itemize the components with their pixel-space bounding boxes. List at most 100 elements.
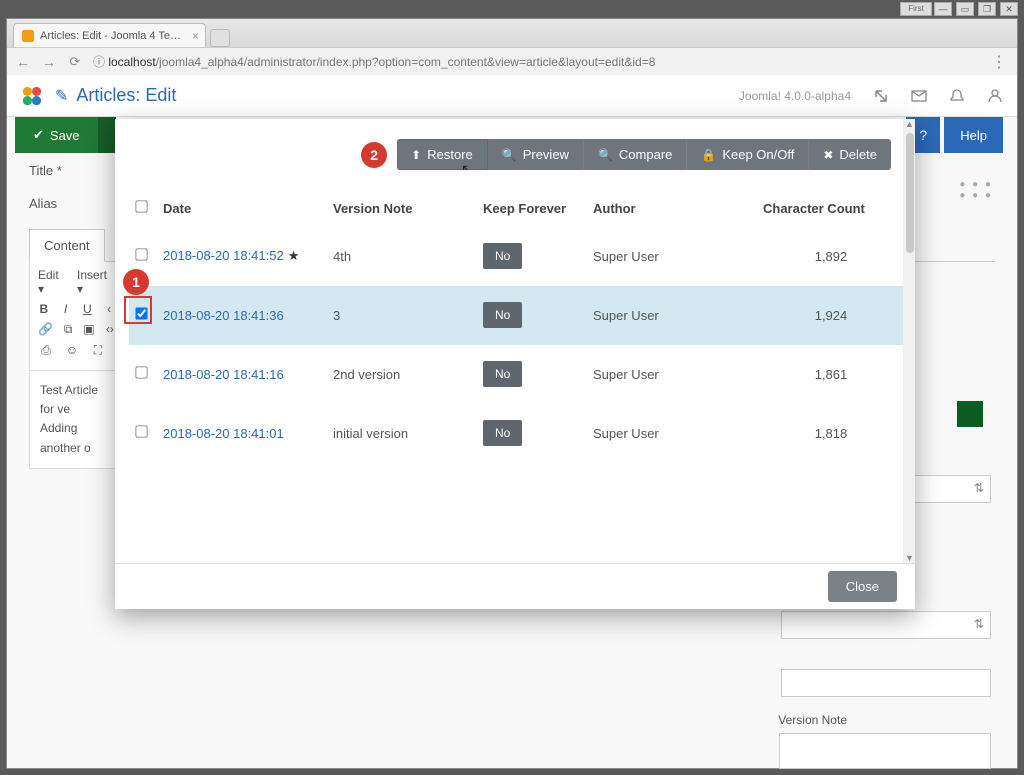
editor-line-1: Test Article for ve — [40, 381, 113, 419]
preview-button[interactable]: 🔍 Preview — [488, 139, 584, 170]
mail-icon[interactable] — [911, 88, 927, 104]
scroll-down-icon[interactable]: ▼ — [905, 553, 914, 563]
back-icon[interactable]: ← — [15, 54, 31, 70]
modal-footer: Close — [115, 563, 915, 609]
editor-body[interactable]: Test Article for ve Adding another o — [29, 371, 124, 469]
pencil-icon: ✎ — [55, 86, 68, 106]
underline-icon[interactable]: U — [82, 302, 94, 316]
more-icon[interactable]: ‹ — [103, 302, 115, 316]
modal-button-group: ⬆ Restore ↖ 🔍 Preview 🔍 Compare 🔒 Keep O… — [397, 139, 891, 170]
close-button[interactable]: Close — [828, 571, 897, 602]
restore-button[interactable]: ⬆ Restore ↖ — [397, 139, 488, 170]
row-date-link[interactable]: 2018-08-20 18:41:16 — [163, 367, 284, 382]
row-note: initial version — [327, 404, 477, 463]
modal-toolbar: 2 ⬆ Restore ↖ 🔍 Preview 🔍 Compare 🔒 K — [115, 119, 915, 180]
url-host: localhost — [108, 55, 155, 69]
annotation-badge-1: 1 — [123, 269, 149, 295]
sidebar-input-3[interactable] — [781, 669, 991, 697]
keep-forever-toggle[interactable]: No — [483, 420, 522, 446]
chevron-updown-icon: ⇅ — [974, 617, 984, 631]
save-button[interactable]: ✔ Save — [15, 117, 98, 153]
keep-forever-toggle[interactable]: No — [483, 243, 522, 269]
col-note[interactable]: Version Note — [327, 190, 477, 227]
annotation-badge-2: 2 — [361, 142, 387, 168]
table-header-row: Date Version Note Keep Forever Author Ch… — [129, 190, 905, 227]
external-link-icon[interactable] — [873, 88, 889, 104]
italic-icon[interactable]: I — [60, 302, 72, 316]
emoji-icon[interactable]: ☺ — [64, 343, 80, 358]
forward-icon[interactable]: → — [41, 54, 57, 70]
row-checkbox[interactable] — [135, 366, 147, 378]
editor-menu-edit[interactable]: Edit ▾ — [38, 268, 67, 296]
versions-table: Date Version Note Keep Forever Author Ch… — [129, 190, 905, 462]
os-min-icon[interactable]: — — [934, 2, 952, 16]
col-keep[interactable]: Keep Forever — [477, 190, 587, 227]
table-row: 2018-08-20 18:41:162nd versionNoSuper Us… — [129, 345, 905, 404]
page-title: Articles: Edit — [76, 85, 176, 106]
version-note-input[interactable] — [779, 733, 991, 769]
code-icon[interactable]: ‹› — [105, 322, 115, 337]
header-right: Joomla! 4.0.0-alpha4 — [739, 88, 1003, 104]
col-author[interactable]: Author — [587, 190, 757, 227]
toolbar-more-icon[interactable]: ● ● ●● ● ● — [959, 179, 993, 201]
row-date-link[interactable]: 2018-08-20 18:41:01 — [163, 426, 284, 441]
annotation-highlight-1 — [126, 298, 150, 322]
image-icon[interactable]: ▣ — [83, 322, 94, 337]
keep-button[interactable]: 🔒 Keep On/Off — [687, 139, 809, 170]
os-max-icon[interactable]: ▭ — [956, 2, 974, 16]
print-icon[interactable]: ⎙ — [38, 343, 54, 358]
sidebar-green-box[interactable] — [957, 401, 983, 427]
tab-close-icon[interactable]: × — [192, 29, 199, 43]
checkbox-all[interactable] — [135, 200, 147, 212]
bell-icon[interactable] — [949, 88, 965, 104]
row-note: 2nd version — [327, 345, 477, 404]
user-icon[interactable] — [987, 88, 1003, 104]
check-icon: ✔ — [33, 127, 44, 143]
versions-modal: ▲ ▼ 2 ⬆ Restore ↖ 🔍 Preview 🔍 Compare — [115, 119, 915, 609]
save-label: Save — [50, 128, 80, 143]
browser-menu-icon[interactable]: ⋮ — [989, 52, 1009, 72]
os-close-icon[interactable]: ✕ — [1000, 2, 1018, 16]
tab-content[interactable]: Content — [29, 229, 105, 262]
lock-icon: 🔒 — [701, 148, 716, 162]
chevron-updown-icon: ⇅ — [974, 481, 984, 495]
anchor-icon[interactable]: ⧉ — [63, 322, 73, 337]
row-checkbox[interactable] — [135, 425, 147, 437]
reload-icon[interactable]: ⟳ — [67, 54, 83, 70]
help-button[interactable]: Help — [944, 117, 1003, 153]
row-checkbox[interactable] — [135, 248, 147, 260]
new-tab-button[interactable] — [210, 29, 230, 47]
keep-forever-toggle[interactable]: No — [483, 302, 522, 328]
version-note-label: Version Note — [778, 713, 847, 727]
bold-icon[interactable]: B — [38, 302, 50, 316]
row-author: Super User — [587, 227, 757, 286]
restore-label: Restore — [427, 147, 473, 162]
table-row: 2018-08-20 18:41:363NoSuper User1,924 — [129, 286, 905, 345]
compare-button[interactable]: 🔍 Compare — [584, 139, 687, 170]
row-note: 4th — [327, 227, 477, 286]
keep-forever-toggle[interactable]: No — [483, 361, 522, 387]
editor-line-2: Adding another o — [40, 419, 113, 457]
os-restore-icon[interactable]: ❐ — [978, 2, 996, 16]
delete-button[interactable]: ✖ Delete — [809, 139, 891, 170]
sidebar-select-2[interactable]: ⇅ — [781, 611, 991, 639]
row-count: 1,892 — [757, 227, 905, 286]
scroll-up-icon[interactable]: ▲ — [905, 119, 914, 129]
save-caret-button[interactable] — [98, 117, 116, 153]
delete-label: Delete — [839, 147, 877, 162]
compare-label: Compare — [619, 147, 672, 162]
row-date-link[interactable]: 2018-08-20 18:41:36 — [163, 308, 284, 323]
browser-window: Articles: Edit - Joomla 4 Te… × ← → ⟳ ⓘ … — [6, 18, 1018, 769]
link-icon[interactable]: 🔗 — [38, 322, 53, 337]
url-field[interactable]: ⓘ localhost/joomla4_alpha4/administrator… — [93, 53, 979, 70]
table-row: 2018-08-20 18:41:52★4thNoSuper User1,892 — [129, 227, 905, 286]
scroll-thumb[interactable] — [906, 133, 914, 253]
col-count[interactable]: Character Count — [757, 190, 905, 227]
col-date[interactable]: Date — [157, 190, 327, 227]
fullscreen-icon[interactable]: ⛶ — [90, 343, 106, 358]
row-date-link[interactable]: 2018-08-20 18:41:52 — [163, 248, 284, 263]
editor-menu-insert[interactable]: Insert ▾ — [77, 268, 115, 296]
url-path: /joomla4_alpha4/administrator/index.php?… — [156, 55, 656, 69]
modal-scrollbar[interactable]: ▲ ▼ — [903, 119, 915, 563]
browser-tab[interactable]: Articles: Edit - Joomla 4 Te… × — [13, 23, 206, 47]
